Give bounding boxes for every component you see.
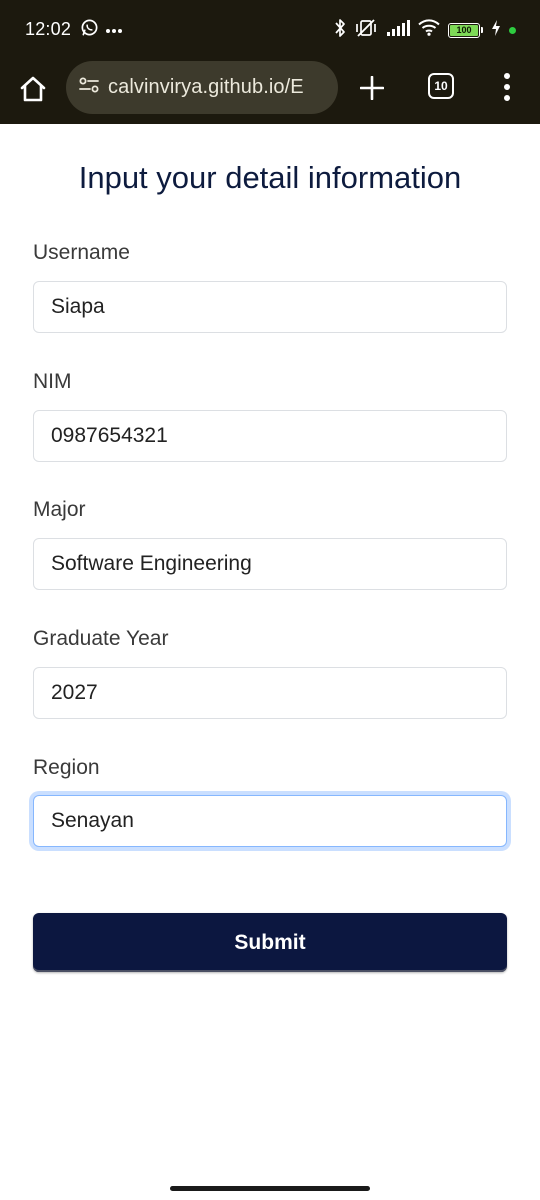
username-label: Username: [33, 241, 130, 264]
privacy-indicator-dot: [509, 26, 516, 34]
nim-input[interactable]: [33, 410, 507, 462]
graduate-year-label: Graduate Year: [33, 627, 169, 650]
username-input[interactable]: [33, 281, 507, 333]
home-button[interactable]: [16, 72, 50, 106]
charging-icon: [491, 19, 501, 41]
overflow-menu-icon[interactable]: [495, 70, 519, 104]
region-input[interactable]: [33, 795, 507, 847]
graduate-year-input[interactable]: [33, 667, 507, 719]
battery-level: 100: [450, 24, 478, 36]
site-settings-icon[interactable]: [79, 77, 99, 98]
nim-label: NIM: [33, 370, 72, 393]
page-title: Input your detail information: [78, 160, 462, 195]
status-bar: 12:02 100: [0, 0, 540, 58]
vibrate-off-icon: [354, 18, 378, 43]
tab-switcher-button[interactable]: 10: [428, 73, 454, 99]
bluetooth-icon: [334, 18, 346, 43]
major-label: Major: [33, 498, 86, 521]
more-notifications-icon: [105, 21, 123, 39]
plus-icon: [360, 76, 384, 100]
status-time: 12:02: [25, 19, 72, 39]
major-input[interactable]: [33, 538, 507, 590]
whatsapp-icon: [80, 18, 99, 42]
submit-button[interactable]: Submit: [33, 913, 507, 972]
gesture-home-indicator[interactable]: [170, 1186, 370, 1191]
new-tab-button[interactable]: [356, 72, 388, 104]
signal-icon: [386, 19, 410, 41]
browser-toolbar: calvinvirya.github.io/E 10: [0, 58, 540, 124]
address-bar[interactable]: calvinvirya.github.io/E: [66, 61, 338, 114]
status-right-icons: 100: [334, 18, 516, 42]
battery-icon: 100: [448, 22, 483, 38]
home-icon: [20, 76, 46, 102]
status-left-icons: [80, 19, 123, 41]
wifi-icon: [418, 19, 440, 41]
region-label: Region: [33, 756, 100, 779]
url-text: calvinvirya.github.io/E: [108, 76, 304, 98]
